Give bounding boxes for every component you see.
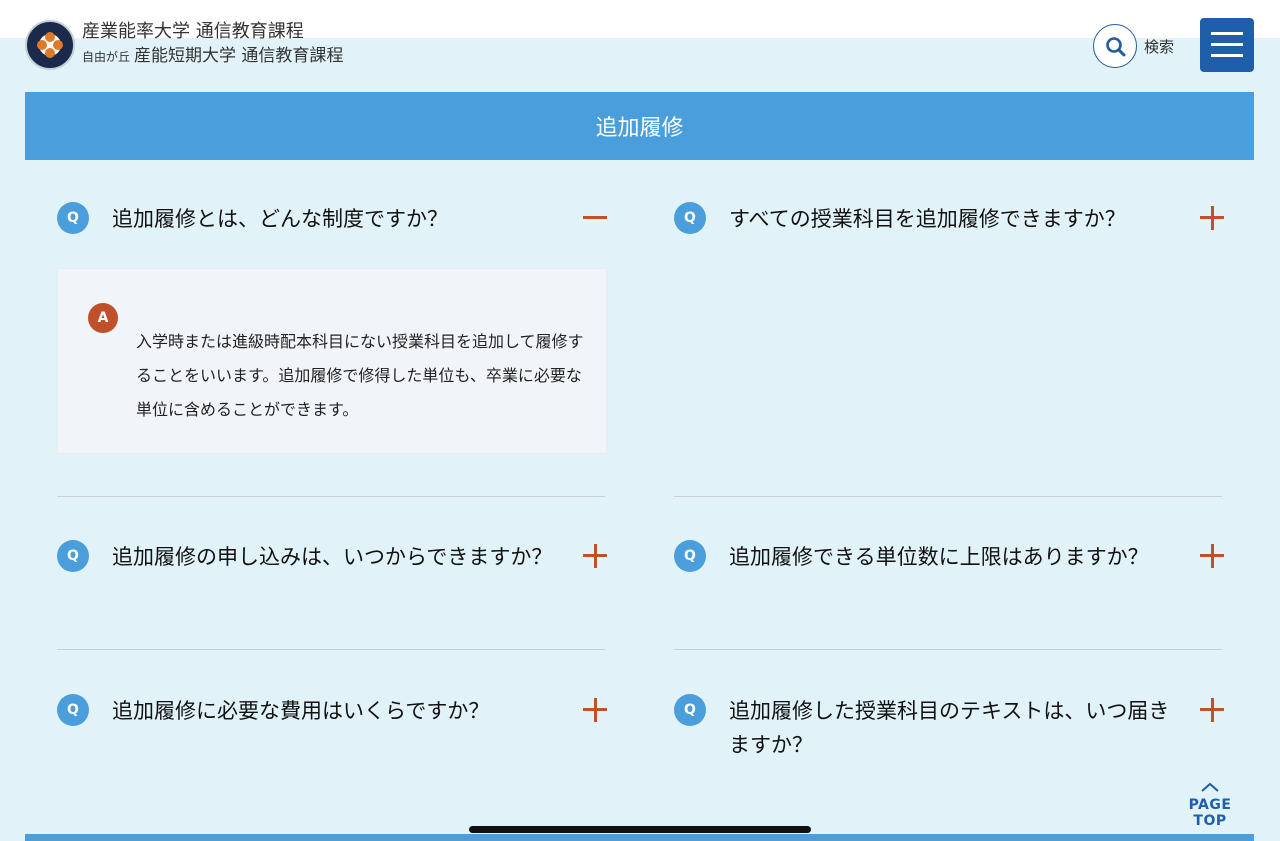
plus-icon[interactable] [581,696,609,724]
question-text: 追加履修した授業科目のテキストは、いつ届きますか？ [729,699,1170,757]
chevron-up-icon [1201,782,1219,792]
question-text: 追加履修とは、どんな制度ですか？ [112,207,448,231]
minus-icon[interactable] [581,204,609,232]
question-text: すべての授業科目を追加履修できますか？ [729,207,1126,231]
home-indicator[interactable] [469,826,811,833]
question-text: 追加履修に必要な費用はいくらですか？ [112,699,490,723]
question-badge: Q [674,202,706,234]
divider [57,496,605,497]
brand-subtitle-main: 産能短期大学 通信教育課程 [134,46,344,66]
menu-bar-icon [1211,43,1243,46]
page-top-button[interactable]: PAGE TOP [1170,778,1250,829]
question-badge: Q [57,202,89,234]
menu-bar-icon [1211,32,1243,35]
search-icon [1106,37,1126,57]
section-title: 追加履修 [595,116,684,141]
question-badge: Q [674,694,706,726]
divider [674,649,1222,650]
university-logo-icon[interactable] [25,20,75,70]
plus-icon[interactable] [581,542,609,570]
question-badge: Q [57,540,89,572]
answer-badge: A [88,303,118,333]
menu-bar-icon [1211,54,1243,57]
plus-icon[interactable] [1198,204,1226,232]
divider [674,496,1222,497]
brand-subtitle-prefix: 自由が丘 [82,50,131,64]
brand-subtitle: 自由が丘 産能短期大学 通信教育課程 [82,44,343,69]
search-button[interactable] [1093,24,1137,68]
faq-answer-1: A 入学時または進級時配本科目にない授業科目を追加して履修することをいいます。追… [57,268,607,454]
logo-emblem [37,32,63,58]
plus-icon[interactable] [1198,542,1226,570]
logo-petal [53,40,63,50]
question-badge: Q [57,694,89,726]
logo-petal [45,48,55,58]
page-top-label: PAGE TOP [1188,797,1232,829]
plus-icon[interactable] [1198,696,1226,724]
section-title-bar: 追加履修 [25,92,1254,160]
brand-title: 産業能率大学 通信教育課程 [82,21,304,42]
site-header: 産業能率大学 通信教育課程 自由が丘 産能短期大学 通信教育課程 検索 [0,0,1280,88]
footer-strip [25,834,1254,841]
question-text: 追加履修の申し込みは、いつからできますか？ [112,545,553,569]
divider [57,649,605,650]
question-text: 追加履修できる単位数に上限はありますか？ [729,545,1149,569]
question-badge: Q [674,540,706,572]
hamburger-menu-button[interactable] [1200,18,1254,72]
answer-text: 入学時または進級時配本科目にない授業科目を追加して履修することをいいます。追加履… [136,332,584,419]
site-brand[interactable]: 産業能率大学 通信教育課程 自由が丘 産能短期大学 通信教育課程 [82,20,343,69]
search-label[interactable]: 検索 [1144,36,1174,57]
